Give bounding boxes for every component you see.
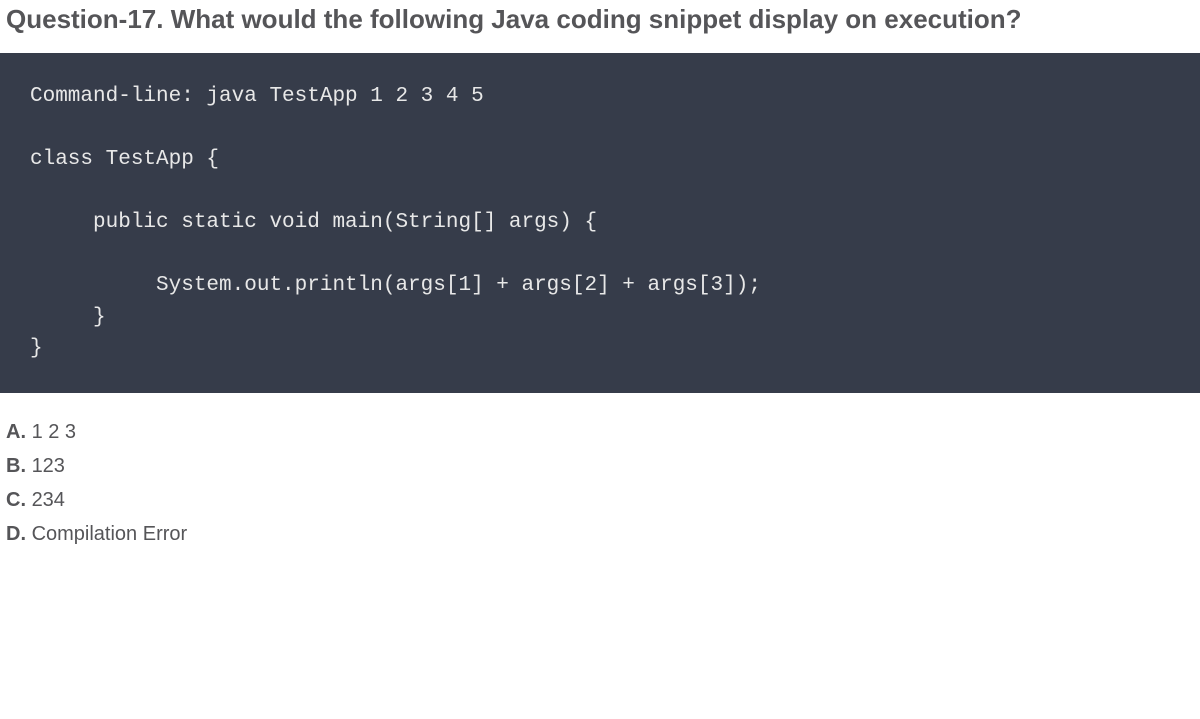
option-a[interactable]: A. 1 2 3 <box>6 415 1200 449</box>
option-text: 1 2 3 <box>32 421 76 443</box>
option-c[interactable]: C. 234 <box>6 483 1200 517</box>
option-text: 234 <box>32 489 65 511</box>
option-text: Compilation Error <box>32 523 188 545</box>
code-snippet: Command-line: java TestApp 1 2 3 4 5 cla… <box>0 53 1200 393</box>
question-title: Question-17. What would the following Ja… <box>0 0 1200 53</box>
option-label: C. <box>6 489 26 511</box>
option-text: 123 <box>32 455 65 477</box>
option-label: D. <box>6 523 26 545</box>
option-d[interactable]: D. Compilation Error <box>6 517 1200 551</box>
option-b[interactable]: B. 123 <box>6 449 1200 483</box>
answer-options: A. 1 2 3 B. 123 C. 234 D. Compilation Er… <box>0 415 1200 551</box>
option-label: A. <box>6 421 26 443</box>
option-label: B. <box>6 455 26 477</box>
